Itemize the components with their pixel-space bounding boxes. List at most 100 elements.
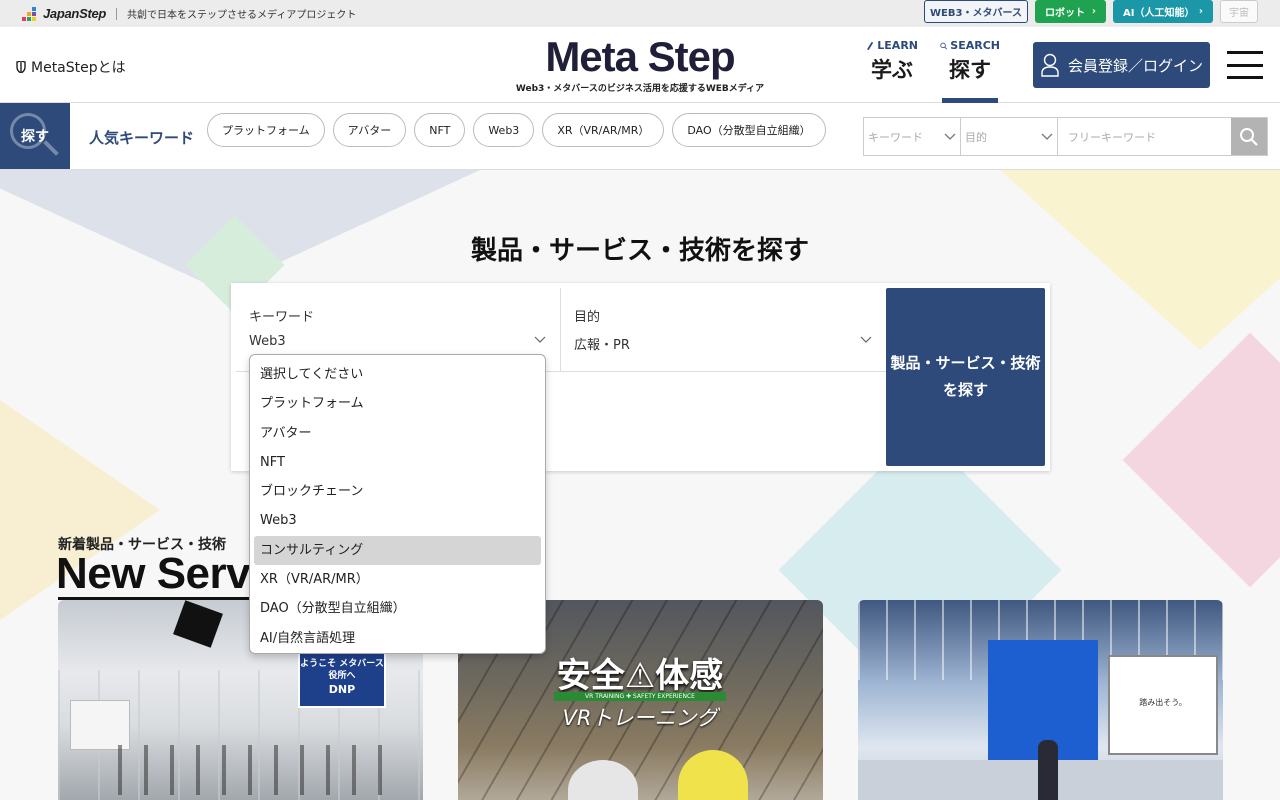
keyword-bar: 探す 人気キーワード プラットフォーム アバター NFT Web3 XR（VR/… — [0, 103, 1280, 170]
japanstep-logo-icon — [22, 6, 40, 22]
japanstep-topbar: JapanStep 共創で日本をステップさせるメディアプロジェクト WEB3・メ… — [0, 0, 1280, 27]
free-keyword-input[interactable]: フリーキーワード — [1058, 118, 1231, 155]
divider — [116, 7, 118, 20]
chevron-down-icon — [1041, 133, 1053, 140]
nav-search-label: 探す — [949, 58, 991, 82]
pencil-icon — [867, 41, 874, 50]
dropdown-option[interactable]: Web3 — [254, 506, 541, 535]
search-submit-button[interactable]: 製品・サービス・技術を探す — [886, 288, 1045, 466]
welcome-sign: ようこそ メタバース役所へ DNP — [298, 650, 386, 708]
site-logo[interactable]: Meta Step Web3・メタバースのビジネス活用を応援するWEBメディア — [516, 33, 764, 95]
keyword-chip[interactable]: XR（VR/AR/MR） — [542, 113, 665, 147]
purpose-field-value: 広報・PR — [574, 338, 630, 353]
booth-screen-text: 踏み出そう。 — [1139, 698, 1187, 707]
keyword-chip[interactable]: Web3 — [473, 113, 535, 147]
keyword-field-value: Web3 — [249, 334, 286, 349]
nav-learn-label: 学ぶ — [871, 58, 913, 82]
site-link-web3[interactable]: WEB3・メタバース — [924, 0, 1028, 23]
keyword-field-label: キーワード — [249, 310, 315, 325]
site-link-label: ロボット — [1045, 8, 1085, 19]
vr-band: VR TRAINING ✚ SAFETY EXPERIENCE — [554, 692, 726, 701]
booth-screen: 踏み出そう。 — [1108, 655, 1218, 755]
keyword-select-placeholder: キーワード — [868, 130, 923, 144]
site-link-label: WEB3・メタバース — [930, 8, 1022, 19]
decor-shape — [1122, 332, 1280, 588]
popular-keywords-label: 人気キーワード — [89, 129, 195, 147]
site-link-label: 宇宙 — [1229, 8, 1249, 19]
page-title: 製品・サービス・技術を探す — [470, 236, 809, 266]
keyword-chip[interactable]: NFT — [414, 113, 466, 147]
login-button[interactable]: 会員登録／ログイン — [1033, 42, 1210, 88]
japanstep-logo-text: JapanStep — [43, 6, 107, 21]
chevron-down-icon — [534, 336, 546, 343]
user-icon — [1041, 53, 1059, 77]
keyword-chip[interactable]: DAO（分散型自立組織） — [672, 113, 826, 147]
popular-keywords: プラットフォーム アバター NFT Web3 XR（VR/AR/MR） DAO（… — [207, 113, 826, 147]
quick-search-button[interactable] — [1231, 118, 1267, 155]
quick-search-form: キーワード 目的 フリーキーワード — [863, 117, 1268, 156]
search-badge[interactable]: 探す — [0, 103, 70, 169]
menu-line — [1227, 63, 1263, 67]
avatars — [118, 745, 398, 795]
brand-tagline: Web3・メタバースのビジネス活用を応援するWEBメディア — [515, 84, 765, 94]
dropdown-option[interactable]: プラットフォーム — [254, 389, 541, 418]
vr-headline: 安全⚠体感 — [556, 656, 724, 696]
black-block — [173, 600, 223, 648]
purpose-select-placeholder: 目的 — [965, 130, 987, 144]
site-link-space[interactable]: 宇宙 — [1220, 0, 1258, 23]
menu-line — [1227, 51, 1263, 54]
hero-section: 製品・サービス・技術を探す キーワード Web3 目的 広報・PR 製品・サービ… — [0, 170, 1280, 800]
vr-caption: VRトレーニング — [562, 706, 718, 730]
site-header: MetaStepとは Meta Step Web3・メタバースのビジネス活用を応… — [0, 27, 1280, 103]
japanstep-tagline: 共創で日本をステップさせるメディアプロジェクト — [127, 10, 357, 21]
site-switcher: WEB3・メタバース ロボット › AI（人工知能） › 宇宙 — [924, 0, 1258, 23]
japanstep-logo[interactable]: JapanStep — [22, 6, 106, 22]
nav-learn[interactable]: LEARN 学ぶ — [866, 39, 918, 84]
keyword-select[interactable]: キーワード — [864, 118, 961, 155]
chevron-right-icon: › — [1091, 6, 1096, 17]
purpose-select[interactable]: 目的 — [961, 118, 1058, 155]
search-submit-label: 製品・サービス・技術を探す — [890, 354, 1041, 399]
welcome-sign-text: ようこそ メタバース役所へ — [300, 659, 384, 681]
dropdown-option[interactable]: AI/自然言語処理 — [254, 624, 541, 653]
dropdown-option[interactable]: 選択してください — [254, 360, 541, 389]
chevron-down-icon — [944, 133, 956, 140]
menu-line — [1227, 76, 1263, 79]
search-badge-label: 探す — [21, 129, 49, 145]
purpose-field[interactable]: 目的 広報・PR — [561, 288, 886, 372]
dropdown-option[interactable]: DAO（分散型自立組織） — [254, 594, 541, 623]
dropdown-option[interactable]: NFT — [254, 448, 541, 477]
dropdown-option[interactable]: XR（VR/AR/MR） — [254, 565, 541, 594]
nav-learn-en: LEARN — [866, 39, 918, 52]
search-icon — [1240, 127, 1258, 146]
nav-learn-en-label: LEARN — [877, 39, 918, 52]
menu-icon[interactable] — [1227, 51, 1263, 79]
keyword-chip[interactable]: プラットフォーム — [207, 113, 325, 147]
metastep-mark-icon — [16, 61, 26, 73]
purpose-field-label: 目的 — [574, 310, 601, 325]
nav-search-en: SEARCH — [940, 39, 1000, 52]
about-label: MetaStepとは — [31, 60, 126, 76]
search-icon — [940, 42, 947, 49]
dropdown-option[interactable]: アバター — [254, 419, 541, 448]
nav-search[interactable]: SEARCH 探す — [940, 39, 1000, 103]
service-card-image[interactable]: 踏み出そう。 — [858, 600, 1223, 800]
login-label: 会員登録／ログイン — [1067, 56, 1203, 75]
site-link-label: AI（人工知能） — [1123, 8, 1195, 19]
keyword-dropdown-list[interactable]: 選択してください プラットフォーム アバター NFT ブロックチェーン Web3… — [249, 354, 546, 654]
nav-search-en-label: SEARCH — [950, 39, 1000, 52]
about-link[interactable]: MetaStepとは — [16, 57, 126, 77]
chevron-down-icon — [860, 336, 872, 343]
keyword-chip[interactable]: アバター — [332, 113, 407, 147]
brand-name: Meta Step — [545, 33, 735, 80]
site-link-robot[interactable]: ロボット › — [1035, 0, 1106, 23]
free-keyword-placeholder: フリーキーワード — [1068, 130, 1156, 144]
booth-panel — [70, 700, 130, 750]
avatar-figure — [1038, 740, 1058, 800]
chevron-right-icon: › — [1198, 6, 1203, 17]
dropdown-option[interactable]: ブロックチェーン — [254, 477, 541, 506]
new-services-title: New Servi — [56, 549, 262, 598]
site-link-ai[interactable]: AI（人工知能） › — [1113, 0, 1213, 23]
dropdown-option-highlighted[interactable]: コンサルティング — [254, 535, 541, 566]
dnp-logo: DNP — [328, 683, 356, 696]
